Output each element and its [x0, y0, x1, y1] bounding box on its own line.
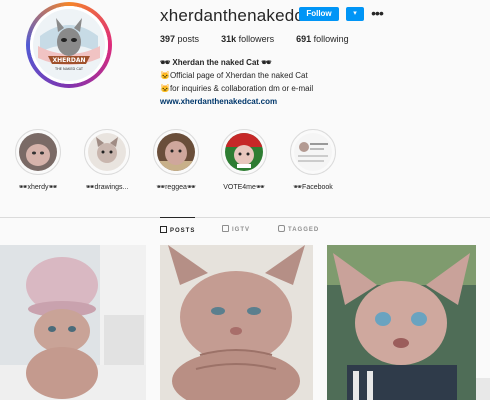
- highlight-reggea[interactable]: 🕶reggea🕶: [146, 129, 206, 191]
- profile-bio: 🕶 Xherdan the naked Cat 🕶 🐱Official page…: [160, 56, 313, 108]
- profile-tabs: POSTS IGTV TAGGED: [0, 217, 490, 243]
- bio-line-2: 🐱for inquiries & collaboration dm or e-m…: [160, 84, 314, 93]
- tag-icon: [278, 225, 285, 232]
- more-options-icon: •••: [371, 5, 384, 21]
- highlight-ring: [221, 129, 267, 175]
- scrollbar-corner[interactable]: [476, 378, 490, 400]
- highlight-ring: [290, 129, 336, 175]
- highlight-ring: [153, 129, 199, 175]
- highlight-xherdy[interactable]: 🕶xherdy🕶: [8, 129, 68, 191]
- bio-line-1: 🐱Official page of Xherdan the naked Cat: [160, 71, 308, 80]
- highlight-label: 🕶drawings...: [85, 184, 129, 191]
- profile-display-name: 🕶 Xherdan the naked Cat 🕶: [160, 58, 272, 67]
- cat-logo-icon: XHERDAN THE NAKED CAT: [30, 6, 108, 84]
- followers-count: 31k: [221, 34, 237, 44]
- tv-icon: [222, 225, 229, 232]
- tab-posts[interactable]: POSTS: [160, 217, 196, 244]
- highlight-label: 🕶reggea🕶: [156, 184, 196, 191]
- highlight-ring: [15, 129, 61, 175]
- story-highlights: 🕶xherdy🕶 🕶drawings... 🕶reggea🕶 VOTE4me🕶 …: [0, 129, 490, 199]
- highlight-drawings[interactable]: 🕶drawings...: [77, 129, 137, 191]
- tab-label: IGTV: [232, 227, 251, 233]
- followers-label: followers: [238, 34, 275, 44]
- highlight-thumbnail: [19, 133, 57, 171]
- tab-igtv[interactable]: IGTV: [222, 217, 250, 243]
- following-stat[interactable]: 691 following: [296, 34, 349, 44]
- profile-avatar-ring[interactable]: XHERDAN THE NAKED CAT: [26, 2, 112, 88]
- cat-in-hat-image: [0, 245, 146, 400]
- profile-header: XHERDAN THE NAKED CAT xherdanthenakedcat…: [0, 0, 490, 200]
- suggested-accounts-button[interactable]: ▾: [346, 7, 364, 21]
- highlight-thumbnail: [88, 133, 126, 171]
- more-options-button[interactable]: •••: [370, 4, 384, 22]
- posts-label: posts: [177, 34, 200, 44]
- profile-username: xherdanthenakedcat: [160, 6, 318, 25]
- post-thumbnail[interactable]: [327, 245, 476, 400]
- highlight-thumbnail: [294, 133, 332, 171]
- followers-stat[interactable]: 31k followers: [221, 34, 274, 44]
- tab-label: TAGGED: [288, 227, 320, 233]
- post-thumbnail[interactable]: [0, 245, 146, 400]
- following-label: following: [313, 34, 349, 44]
- highlight-label: 🕶xherdy🕶: [18, 184, 58, 191]
- bio-website-link[interactable]: www.xherdanthenakedcat.com: [160, 95, 313, 108]
- posts-stat: 397 posts: [160, 34, 199, 44]
- chevron-down-icon: ▾: [353, 10, 357, 17]
- wrinkly-cat-image: [160, 245, 313, 400]
- avatar-brand-text: XHERDAN: [52, 57, 85, 64]
- highlight-vote4me[interactable]: VOTE4me🕶: [214, 129, 274, 191]
- avatar-brand-subtext: THE NAKED CAT: [54, 67, 84, 71]
- highlight-thumbnail: [225, 133, 263, 171]
- posts-count: 397: [160, 34, 176, 44]
- post-thumbnail[interactable]: [160, 245, 313, 400]
- highlight-facebook[interactable]: 🕶Facebook: [283, 129, 343, 191]
- highlight-thumbnail: [157, 133, 195, 171]
- avatar[interactable]: XHERDAN THE NAKED CAT: [30, 6, 108, 84]
- tab-label: POSTS: [170, 228, 196, 234]
- grid-icon: [160, 226, 167, 233]
- cat-in-car-image: [327, 245, 476, 400]
- profile-stats: 397 posts 31k followers 691 following: [160, 34, 371, 44]
- follow-button[interactable]: Follow: [299, 7, 339, 21]
- highlight-label: VOTE4me🕶: [223, 184, 265, 191]
- tab-tagged[interactable]: TAGGED: [278, 217, 319, 243]
- highlight-ring: [84, 129, 130, 175]
- posts-grid: [0, 245, 490, 400]
- following-count: 691: [296, 34, 312, 44]
- highlight-label: 🕶Facebook: [293, 184, 333, 191]
